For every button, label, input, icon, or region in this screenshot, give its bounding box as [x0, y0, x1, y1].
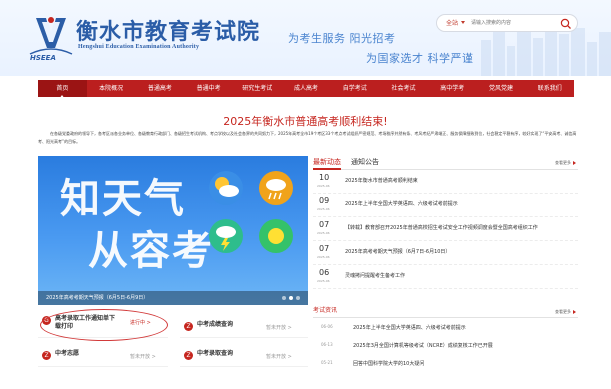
carousel-dot-active[interactable]: [289, 296, 293, 300]
quick-link-zhongkao-admission[interactable]: Z 中考录取查询 暂未开放 >: [180, 347, 308, 367]
news-title: 灵魂拷问提醒考生备考工作: [345, 273, 406, 279]
search-scope-select[interactable]: 全站: [446, 18, 458, 27]
news-day: 09: [319, 196, 330, 205]
site-header: HSEEA 衡水市教育考试院 Hengshui Education Examin…: [0, 0, 611, 76]
carousel-dot[interactable]: [296, 296, 300, 300]
news-tabs: 最新动态 通知公告 查看更多: [313, 156, 578, 170]
chevron-down-icon: [461, 21, 465, 24]
nav-item-self-study[interactable]: 自学考试: [330, 80, 379, 97]
more-link[interactable]: 查看更多: [555, 160, 576, 166]
banner-text-2: 从容考: [88, 228, 214, 274]
news-item[interactable]: 07 2025-06 2025年高考考期天气预报（6月7日-6月10日）: [313, 243, 578, 265]
news-month: 2025-06: [317, 255, 330, 259]
news-month: 2025-06: [317, 207, 330, 211]
nav-item-contact[interactable]: 联系我们: [525, 80, 574, 97]
exam-news-title: 2025年3月全国计算机等级考试（NCRE）成绩复核工作已开展: [353, 343, 493, 349]
exam-news-date: 06-06: [321, 324, 333, 329]
nav-item-home[interactable]: 首页: [38, 80, 87, 99]
exam-news-title: 考试资讯: [313, 307, 338, 314]
banner-caption: 2025年高考考期天气预报（6月5日-6月9日）: [46, 295, 149, 301]
search-icon[interactable]: [559, 17, 573, 31]
banner-text-1: 知天气: [60, 176, 186, 222]
exam-icon: Z: [184, 322, 193, 331]
exam-news-date: 06-13: [321, 342, 333, 347]
carousel-dots: [282, 296, 300, 300]
nav-item-gaokao[interactable]: 普通高考: [135, 80, 184, 97]
news-item[interactable]: 07 2025-06 【转载】教育部召开2025年普通高校招生考试安全工作视频调…: [313, 219, 578, 241]
arrow-right-icon: [573, 310, 576, 314]
logo-text: HSEEA: [30, 54, 56, 62]
news-title: 【转载】教育部召开2025年普通高校招生考试安全工作视频调度会暨全国高考组织工作: [345, 225, 538, 231]
intro-paragraph: 在各级党委政府的领导下，各考区派各业务单位、各级教育行政部门、各级招生考试机构、…: [38, 131, 577, 144]
news-month: 2025-06: [317, 184, 330, 188]
quick-link-zhongkao-score[interactable]: Z 中考成绩查询 暂未开放 >: [180, 318, 308, 338]
slogan-line-2: 为国家选才 科学严谨: [366, 52, 474, 65]
tab-latest-news[interactable]: 最新动态: [313, 156, 341, 170]
banner-carousel[interactable]: 知天气 从容考 2025年高考考期天气预报（6月5日-6月9日）: [38, 156, 308, 305]
news-title: 2025年上半年全国大学英语四、六级考试考前提示: [345, 201, 458, 207]
nav-item-zhongkao[interactable]: 普通中考: [184, 80, 233, 97]
sun-icon: [259, 219, 293, 253]
nav-item-overview[interactable]: 本院概况: [87, 80, 136, 97]
site-subtitle: Hengshui Education Examination Authority: [78, 44, 200, 50]
sun-cloud-icon: [209, 171, 243, 205]
tab-notices[interactable]: 通知公告: [351, 156, 379, 168]
news-title: 2025年衡水市普通高考顺利结束: [345, 178, 418, 184]
news-day: 07: [319, 220, 330, 229]
exam-news-item[interactable]: 06-06 2025年上半年全国大学英语四、六级考试考前提示: [313, 320, 578, 338]
news-day: 06: [319, 268, 330, 277]
quick-link-label: 中考成绩查询: [197, 321, 234, 328]
exam-news-date: 05-21: [321, 360, 333, 365]
more-link[interactable]: 查看更多: [555, 309, 576, 315]
quick-link-label: 中考录取查询: [197, 350, 234, 357]
news-month: 2025-06: [317, 279, 330, 283]
news-item[interactable]: 06 2025-06 灵魂拷问提醒考生备考工作: [313, 267, 578, 289]
carousel-dot[interactable]: [282, 296, 286, 300]
quick-link-status: 暂未开放 >: [266, 354, 292, 360]
exam-news-title: 回答中国科学院大学的10大疑问: [353, 361, 425, 367]
building-silhouette-icon: [481, 20, 611, 76]
news-item[interactable]: 10 2025-06 2025年衡水市普通高考顺利结束: [313, 172, 578, 194]
exam-news-item[interactable]: 05-21 回答中国科学院大学的10大疑问: [313, 356, 578, 374]
active-indicator: [59, 95, 66, 99]
thunder-icon: [209, 219, 243, 253]
exam-icon: Z: [184, 351, 193, 360]
news-item[interactable]: 09 2025-06 2025年上半年全国大学英语四、六级考试考前提示: [313, 195, 578, 217]
headline[interactable]: 2025年衡水市普通高考顺利结束!: [0, 113, 611, 129]
quick-link-status: 暂未开放 >: [266, 325, 292, 331]
quick-link-zhongkao-volunteer[interactable]: Z 中考志愿 暂未开放 >: [38, 347, 168, 367]
exam-news-header: 考试资讯 查看更多: [313, 305, 578, 318]
nav-item-adult[interactable]: 成人高考: [282, 80, 331, 97]
nav-item-party[interactable]: 党风党建: [477, 80, 526, 97]
search-input[interactable]: [471, 17, 555, 29]
rain-icon: [259, 171, 293, 205]
site-title: 衡水市教育考试院: [76, 19, 261, 45]
exam-news-item[interactable]: 06-13 2025年3月全国计算机等级考试（NCRE）成绩复核工作已开展: [313, 338, 578, 356]
arrow-right-icon: [573, 161, 576, 165]
news-month: 2025-06: [317, 231, 330, 235]
news-day: 07: [319, 244, 330, 253]
banner-caption-bar: 2025年高考考期天气预报（6月5日-6月9日）: [38, 291, 308, 305]
quick-link-status: 暂未开放 >: [130, 354, 156, 360]
nav-item-academic-test[interactable]: 高中学考: [428, 80, 477, 97]
quick-link-label: 中考志愿: [55, 350, 80, 357]
search-box: 全站: [436, 14, 578, 32]
exam-news-title: 2025年上半年全国大学英语四、六级考试考前提示: [353, 325, 466, 331]
news-day: 10: [319, 173, 330, 182]
exam-icon: Z: [42, 351, 51, 360]
logo[interactable]: HSEEA: [28, 14, 74, 66]
nav-item-graduate[interactable]: 研究生考试: [233, 80, 282, 97]
slogan-line-1: 为考生服务 阳光招考: [288, 32, 396, 45]
main-nav: 首页 本院概况 普通高考 普通中考 研究生考试 成人高考 自学考试 社会考试 高…: [38, 80, 574, 99]
nav-item-social-exam[interactable]: 社会考试: [379, 80, 428, 97]
news-title: 2025年高考考期天气预报（6月7日-6月10日）: [345, 249, 451, 255]
hand-drawn-circle-annotation: [40, 309, 168, 341]
